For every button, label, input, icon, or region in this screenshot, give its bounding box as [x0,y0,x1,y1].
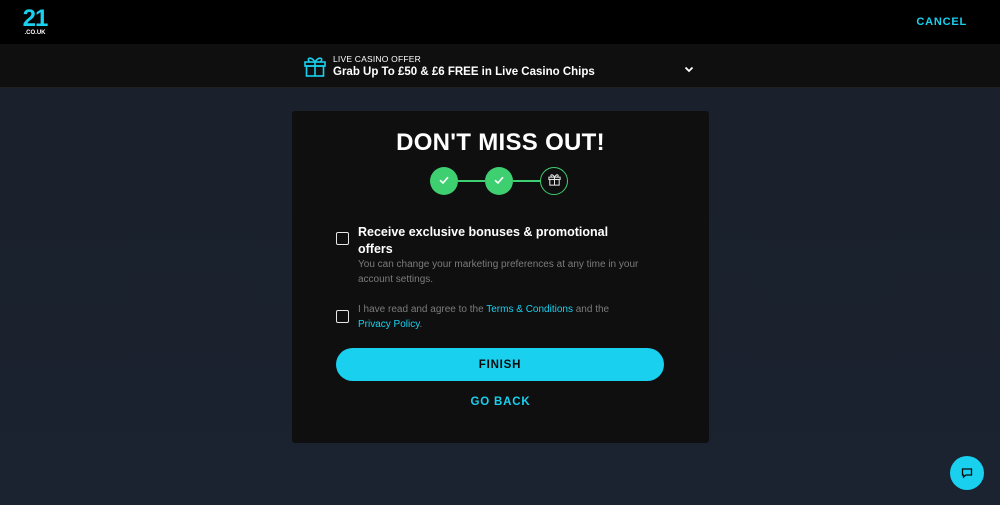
promo-text: Receive exclusive bonuses & promotional … [358,224,658,287]
terms-conditions-link[interactable]: Terms & Conditions [486,304,573,315]
step-2-complete [485,167,513,195]
terms-text: I have read and agree to the Terms & Con… [358,302,658,332]
step-1-complete [430,167,458,195]
gift-icon [303,55,327,77]
signup-card: DON'T MISS OUT! Receive exclusive bonuse… [292,111,709,443]
check-icon [437,172,451,191]
logo-domain: .CO.UK [24,29,46,36]
logo-number: 21 [22,4,49,32]
offer-text: LIVE CASINO OFFER Grab Up To £50 & £6 FR… [333,54,595,80]
promo-opt-in: Receive exclusive bonuses & promotional … [336,224,638,285]
top-bar: 21 .CO.UK CANCEL [0,0,1000,44]
finish-button[interactable]: FINISH [336,348,664,381]
terms-agreement: I have read and agree to the Terms & Con… [336,302,609,330]
terms-checkbox[interactable] [336,310,349,323]
step-connector [513,180,540,182]
promo-checkbox[interactable] [336,232,349,245]
chevron-down-icon[interactable] [683,60,695,73]
step-connector [458,180,485,182]
offer-bar[interactable]: LIVE CASINO OFFER Grab Up To £50 & £6 FR… [0,44,1000,88]
card-title: DON'T MISS OUT! [396,129,605,156]
privacy-policy-link[interactable]: Privacy Policy [358,319,420,330]
offer-headline: Grab Up To £50 & £6 FREE in Live Casino … [333,66,595,78]
step-3-current [540,167,568,195]
offer-label: LIVE CASINO OFFER [333,54,421,64]
promo-title: Receive exclusive bonuses & promotional … [358,225,609,256]
check-icon [492,172,506,191]
promo-subtitle: You can change your marketing preference… [358,259,639,285]
terms-middle: and the [572,304,610,315]
terms-suffix: . [419,319,423,330]
site-logo[interactable]: 21 .CO.UK [22,4,49,37]
progress-steps [430,167,572,197]
cancel-button[interactable]: CANCEL [916,16,967,28]
chat-button[interactable] [950,456,984,490]
gift-icon [547,172,562,191]
terms-prefix: I have read and agree to the [358,304,487,315]
go-back-button[interactable]: GO BACK [292,396,709,408]
chat-icon [961,464,973,483]
